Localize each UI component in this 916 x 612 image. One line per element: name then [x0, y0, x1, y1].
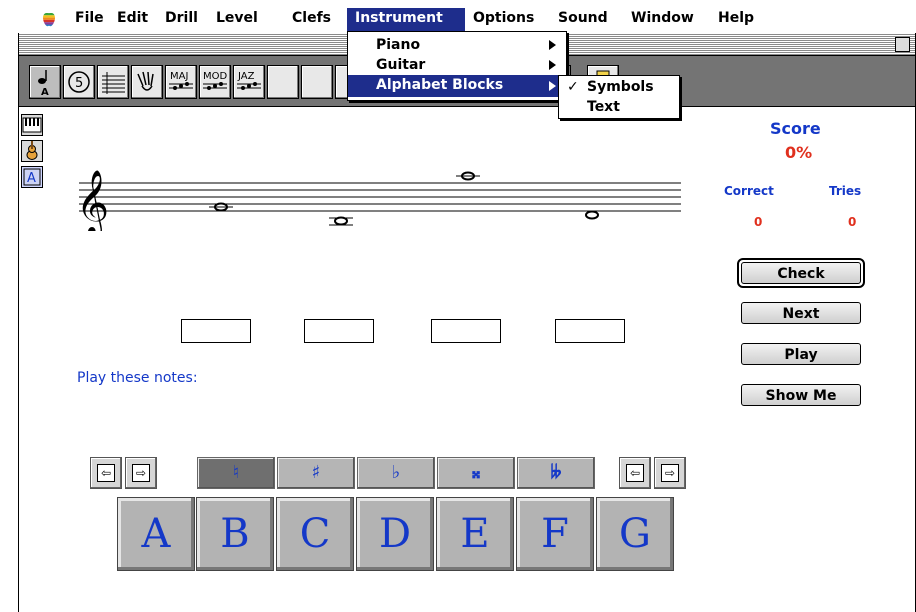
double-flat-button[interactable]: 𝄫: [517, 457, 595, 489]
menu-clefs[interactable]: Clefs: [292, 9, 331, 27]
tries-count: 0: [848, 215, 857, 229]
right-arrow-icon: ⇨: [132, 464, 150, 482]
note-2: [334, 216, 348, 226]
guitar-icon: [26, 141, 38, 160]
music-staff: 𝄞: [76, 170, 681, 231]
maj-scale-icon: MAJ: [169, 71, 193, 90]
staff-notes: [209, 171, 599, 226]
letter-block-f[interactable]: F: [516, 497, 594, 571]
extra-tool-1[interactable]: [267, 65, 299, 99]
left-arrow-icon: ⇦: [626, 464, 644, 482]
menu-instrument[interactable]: Instrument: [355, 9, 443, 27]
menu-sound[interactable]: Sound: [558, 9, 608, 27]
tries-label: Tries: [829, 184, 862, 198]
key-signature-tool[interactable]: [97, 65, 129, 99]
submenu-arrow-icon: [549, 81, 556, 91]
menu-item-guitar[interactable]: Guitar: [348, 55, 566, 75]
treble-clef-icon: 𝄞: [76, 170, 109, 231]
scroll-right-button[interactable]: ⇨: [125, 457, 157, 489]
submenu-arrow-icon: [549, 60, 556, 70]
menu-options[interactable]: Options: [473, 9, 534, 27]
play-button[interactable]: Play: [741, 343, 861, 365]
next-button[interactable]: Next: [741, 302, 861, 324]
jazz-scale-tool[interactable]: JAZ: [233, 65, 265, 99]
zoom-box-icon[interactable]: [895, 37, 910, 52]
menu-help[interactable]: Help: [718, 9, 754, 27]
mod-scale-icon: MOD: [203, 71, 227, 90]
menu-item-piano[interactable]: Piano: [348, 35, 566, 55]
alphabet-blocks-submenu: ✓ Symbols Text: [558, 75, 680, 119]
submenu-item-label: Symbols: [587, 79, 654, 95]
svg-text:JAZ: JAZ: [237, 71, 255, 82]
svg-text:MAJ: MAJ: [170, 71, 188, 82]
fifths-tool[interactable]: 5: [63, 65, 95, 99]
show-me-button[interactable]: Show Me: [741, 384, 861, 406]
flat-button[interactable]: ♭: [357, 457, 435, 489]
submenu-item-text[interactable]: Text: [559, 97, 679, 117]
alphabet-block-icon: A: [23, 168, 41, 186]
right-arrow-icon: ⇨: [661, 464, 679, 482]
menu-item-label: Alphabet Blocks: [376, 77, 504, 93]
note-4: [585, 210, 599, 220]
score-percent: 0%: [785, 143, 813, 162]
answer-box-4[interactable]: [555, 319, 625, 343]
check-button[interactable]: Check: [741, 262, 861, 284]
svg-text:A: A: [27, 171, 36, 186]
note-name-tool[interactable]: A: [29, 65, 61, 99]
hand-signs-tool[interactable]: [131, 65, 163, 99]
letter-block-e[interactable]: E: [436, 497, 514, 571]
piano-icon: [22, 117, 42, 133]
score-title: Score: [770, 119, 821, 138]
staff-key-icon: [102, 72, 125, 94]
menu-item-alphabet-blocks[interactable]: Alphabet Blocks: [348, 75, 566, 97]
scroll-left-button-2[interactable]: ⇦: [619, 457, 651, 489]
scroll-right-button-2[interactable]: ⇨: [654, 457, 686, 489]
sharp-button[interactable]: ♯: [277, 457, 355, 489]
submenu-item-label: Text: [587, 99, 620, 115]
natural-button[interactable]: ♮: [197, 457, 275, 489]
circle-five-icon: 5: [68, 71, 90, 93]
hand-icon: [137, 71, 154, 91]
instrument-menu: Piano Guitar Alphabet Blocks: [347, 31, 567, 101]
svg-text:A: A: [41, 87, 49, 98]
left-arrow-icon: ⇦: [97, 464, 115, 482]
menu-item-label: Guitar: [376, 57, 426, 73]
apple-menu-icon[interactable]: [40, 10, 58, 28]
jaz-scale-icon: JAZ: [237, 71, 261, 90]
menu-level[interactable]: Level: [216, 9, 258, 27]
letter-block-a[interactable]: A: [117, 497, 195, 571]
menu-item-label: Piano: [376, 37, 421, 53]
svg-text:5: 5: [75, 76, 83, 91]
scroll-left-button[interactable]: ⇦: [90, 457, 122, 489]
submenu-item-symbols[interactable]: ✓ Symbols: [559, 77, 679, 97]
mode-scale-tool[interactable]: MOD: [199, 65, 231, 99]
correct-count: 0: [754, 215, 763, 229]
guitar-instrument-button[interactable]: [21, 140, 43, 162]
correct-label: Correct: [724, 184, 774, 198]
checkmark-icon: ✓: [567, 79, 579, 95]
submenu-arrow-icon: [549, 40, 556, 50]
instruction-text: Play these notes:: [77, 370, 198, 386]
alphabet-blocks-instrument-button[interactable]: A: [21, 166, 43, 188]
menu-drill[interactable]: Drill: [165, 9, 198, 27]
letter-block-d[interactable]: D: [356, 497, 434, 571]
answer-box-2[interactable]: [304, 319, 374, 343]
double-sharp-button[interactable]: 𝄪: [437, 457, 515, 489]
note-letter-icon: A: [38, 70, 49, 98]
answer-box-1[interactable]: [181, 319, 251, 343]
menu-bar: File Edit Drill Level Clefs Instrument O…: [0, 0, 916, 33]
extra-tool-2[interactable]: [301, 65, 333, 99]
major-scale-tool[interactable]: MAJ: [165, 65, 197, 99]
svg-text:MOD: MOD: [203, 71, 227, 82]
menu-window[interactable]: Window: [631, 9, 694, 27]
answer-box-3[interactable]: [431, 319, 501, 343]
letter-block-c[interactable]: C: [276, 497, 354, 571]
menu-file[interactable]: File: [75, 9, 104, 27]
menu-edit[interactable]: Edit: [117, 9, 148, 27]
letter-block-g[interactable]: G: [596, 497, 674, 571]
piano-instrument-button[interactable]: [21, 114, 43, 136]
letter-block-b[interactable]: B: [196, 497, 274, 571]
